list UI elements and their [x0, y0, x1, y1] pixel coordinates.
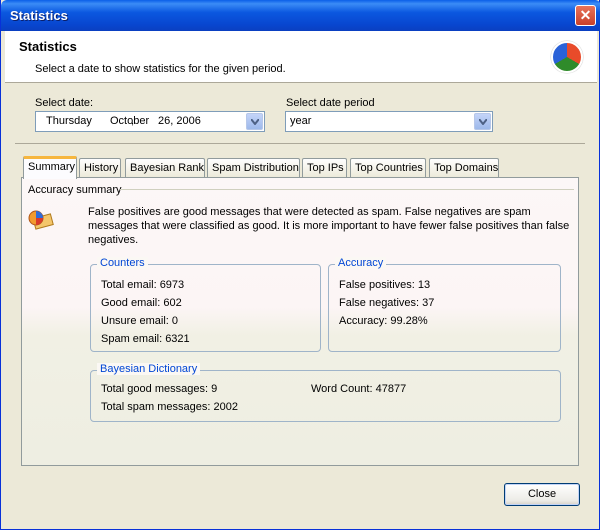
counters-group: Counters Total email: 6973 Good email: 6… — [90, 257, 321, 352]
chevron-down-icon — [251, 119, 259, 125]
tab-top-domains[interactable]: Top Domains — [429, 158, 499, 178]
tab-history[interactable]: History — [79, 158, 121, 178]
accuracy-value: Accuracy: 99.28% — [339, 315, 428, 327]
period-select[interactable]: year — [285, 111, 493, 132]
bayesian-dictionary-title: Bayesian Dictionary — [97, 363, 201, 375]
spam-email: Spam email: 6321 — [101, 333, 190, 345]
summary-panel: Accuracy summary False positives are goo… — [21, 177, 579, 466]
tab-spam-distribution[interactable]: Spam Distribution — [207, 158, 300, 178]
window-title: Statistics — [10, 8, 68, 23]
page-subtitle: Select a date to show statistics for the… — [35, 63, 286, 75]
header-panel: Statistics Select a date to show statist… — [5, 31, 597, 83]
close-icon: ✕ — [579, 7, 592, 23]
unsure-email: Unsure email: 0 — [101, 315, 179, 327]
period-dropdown-button[interactable] — [474, 113, 491, 130]
false-negatives: False negatives: 37 — [339, 297, 435, 309]
tab-top-countries[interactable]: Top Countries — [350, 158, 426, 178]
date-dropdown-button[interactable] — [246, 113, 263, 130]
total-email: Total email: 6973 — [101, 279, 185, 291]
chevron-down-icon — [479, 119, 487, 125]
total-good-messages: Total good messages: 9 — [101, 383, 218, 395]
good-email: Good email: 602 — [101, 297, 182, 309]
word-count: Word Count: 47877 — [311, 383, 407, 395]
date-picker[interactable]: Thursday , October 26, 2006 — [35, 111, 265, 132]
select-period-label: Select date period — [286, 97, 375, 109]
date-day-year[interactable]: 26, 2006 — [158, 112, 201, 131]
tab-top-ips[interactable]: Top IPs — [302, 158, 347, 178]
window-close-button[interactable]: ✕ — [575, 5, 596, 26]
false-positives: False positives: 13 — [339, 279, 431, 291]
accuracy-group: Accuracy False positives: 13 False negat… — [328, 257, 561, 352]
app-logo-icon — [551, 41, 583, 73]
title-bar[interactable]: Statistics ✕ — [1, 0, 600, 31]
divider — [15, 143, 585, 144]
counters-title: Counters — [97, 257, 148, 269]
total-spam-messages: Total spam messages: 2002 — [101, 401, 238, 413]
accuracy-chart-icon — [28, 210, 54, 230]
accuracy-description: False positives are good messages that w… — [88, 206, 570, 246]
date-weekday[interactable]: Thursday — [46, 112, 92, 131]
page-title: Statistics — [19, 39, 77, 54]
close-button[interactable]: Close — [504, 483, 580, 506]
bayesian-dictionary-group: Bayesian Dictionary Total good messages:… — [90, 363, 561, 422]
period-value: year — [290, 115, 312, 127]
statistics-window: Statistics ✕ Statistics Select a date to… — [0, 0, 600, 530]
section-divider — [120, 189, 574, 190]
select-date-label: Select date: — [35, 97, 94, 109]
accuracy-summary-title: Accuracy summary — [28, 184, 122, 196]
tab-summary[interactable]: Summary — [23, 156, 77, 179]
accuracy-title: Accuracy — [335, 257, 387, 269]
tab-bayesian-rank[interactable]: Bayesian Rank — [125, 158, 205, 178]
date-month[interactable]: October — [110, 112, 149, 131]
